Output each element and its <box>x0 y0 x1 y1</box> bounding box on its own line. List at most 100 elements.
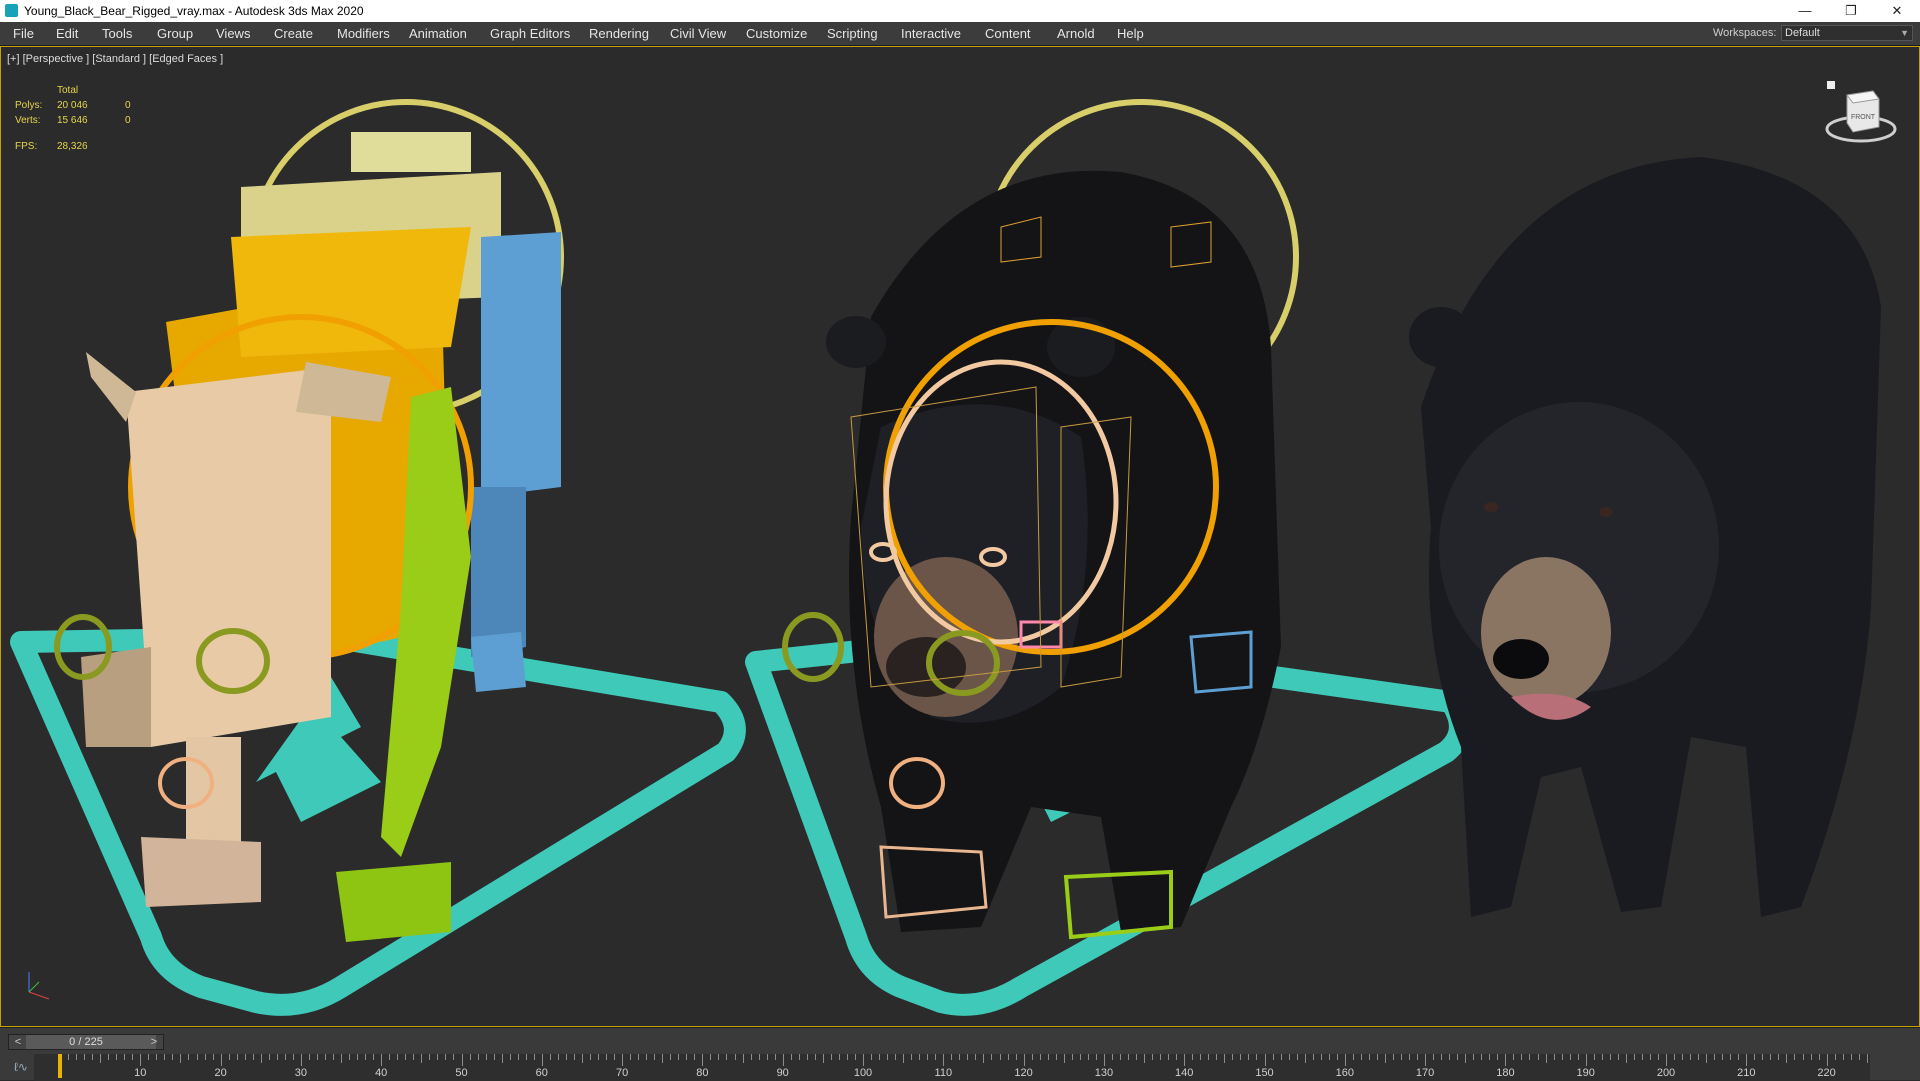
menu-create[interactable]: Create <box>274 26 313 41</box>
ruler-tick <box>758 1054 760 1060</box>
menu-rendering[interactable]: Rendering <box>589 26 649 41</box>
ruler-tick <box>1537 1054 1539 1060</box>
ruler-tick <box>1015 1054 1017 1060</box>
menu-graph-editors[interactable]: Graph Editors <box>490 26 570 41</box>
menu-customize[interactable]: Customize <box>746 26 807 41</box>
ruler-tick <box>236 1054 238 1060</box>
ruler-tick <box>1674 1054 1676 1060</box>
ruler-tick <box>750 1054 752 1060</box>
ruler-tick <box>1698 1054 1700 1060</box>
ruler-tick <box>1690 1054 1692 1060</box>
ruler-tick <box>1184 1054 1186 1066</box>
ruler-tick <box>1545 1054 1547 1063</box>
ruler-tick <box>180 1054 182 1063</box>
menu-animation[interactable]: Animation <box>409 26 467 41</box>
ruler-label: 180 <box>1496 1067 1515 1079</box>
ruler-tick <box>1336 1054 1338 1060</box>
ruler-tick <box>967 1054 969 1060</box>
menu-scripting[interactable]: Scripting <box>827 26 878 41</box>
menu-interactive[interactable]: Interactive <box>901 26 961 41</box>
menu-tools[interactable]: Tools <box>102 26 132 41</box>
ruler-label: 160 <box>1335 1067 1354 1079</box>
ruler-tick <box>1633 1054 1635 1060</box>
ruler-tick <box>1136 1054 1138 1060</box>
menu-modifiers[interactable]: Modifiers <box>337 26 390 41</box>
restore-button[interactable]: ❐ <box>1828 0 1874 22</box>
ruler-tick <box>1127 1054 1129 1060</box>
ruler-label: 90 <box>776 1067 789 1079</box>
menu-arnold[interactable]: Arnold <box>1057 26 1095 41</box>
ruler-tick <box>220 1054 222 1066</box>
menu-help[interactable]: Help <box>1117 26 1144 41</box>
ruler-tick <box>228 1054 230 1060</box>
ruler-tick <box>1786 1054 1788 1063</box>
ruler-tick <box>1481 1054 1483 1060</box>
close-button[interactable]: ✕ <box>1874 0 1920 22</box>
ruler-tick <box>895 1054 897 1060</box>
ruler-tick <box>1208 1054 1210 1060</box>
ruler-tick <box>614 1054 616 1060</box>
ruler-tick <box>244 1054 246 1060</box>
window-title: Young_Black_Bear_Rigged_vray.max - Autod… <box>24 4 364 18</box>
prev-frame-button[interactable]: < <box>11 1035 25 1049</box>
ruler-label: 120 <box>1014 1067 1033 1079</box>
ruler-tick <box>959 1054 961 1060</box>
ruler-tick <box>991 1054 993 1060</box>
ruler-tick <box>100 1054 102 1063</box>
ruler-label: 220 <box>1817 1067 1836 1079</box>
next-frame-button[interactable]: > <box>147 1035 161 1049</box>
ruler-tick <box>935 1054 937 1060</box>
time-cursor[interactable] <box>58 1054 62 1078</box>
workspace-select[interactable]: Default ▼ <box>1781 25 1913 41</box>
track-ruler[interactable]: 10 20 30 40 50 60 70 80 90 100 110 120 130 140 150 160 1… <box>34 1054 1870 1081</box>
ruler-tick <box>1103 1054 1105 1066</box>
ruler-tick <box>389 1054 391 1060</box>
ruler-tick <box>188 1054 190 1060</box>
ruler-tick <box>252 1054 254 1060</box>
ruler-tick <box>84 1054 86 1060</box>
ruler-tick <box>212 1054 214 1060</box>
ruler-tick <box>1344 1054 1346 1066</box>
ruler-tick <box>1770 1054 1772 1060</box>
perspective-viewport[interactable]: [+] [Perspective ] [Standard ] [Edged Fa… <box>0 46 1920 1027</box>
curve-editor-icon[interactable]: ℓ∿ <box>14 1060 28 1074</box>
time-slider[interactable]: < 0 / 225 > <box>8 1034 164 1050</box>
menu-bar: File Edit Tools Group Views Create Modif… <box>0 22 1920 46</box>
ruler-tick <box>1368 1054 1370 1060</box>
time-slider-bar: < 0 / 225 > ℓ∿ 10 20 30 40 50 60 70 80 90 100 110 1… <box>0 1027 1920 1081</box>
ruler-tick <box>686 1054 688 1060</box>
ruler-tick <box>1023 1054 1025 1066</box>
ruler-tick <box>1585 1054 1587 1066</box>
chevron-down-icon: ▼ <box>1900 28 1909 38</box>
ruler-label: 10 <box>134 1067 147 1079</box>
ruler-tick <box>975 1054 977 1060</box>
menu-edit[interactable]: Edit <box>56 26 78 41</box>
menu-file[interactable]: File <box>13 26 34 41</box>
ruler-tick <box>1328 1054 1330 1060</box>
ruler-tick <box>1706 1054 1708 1063</box>
menu-civil-view[interactable]: Civil View <box>670 26 726 41</box>
ruler-tick <box>630 1054 632 1060</box>
ruler-tick <box>1288 1054 1290 1060</box>
proxy-rig-model[interactable] <box>10 99 746 1016</box>
ruler-tick <box>324 1054 326 1060</box>
scene-render[interactable] <box>1 47 1919 1026</box>
menu-group[interactable]: Group <box>157 26 193 41</box>
ruler-label: 200 <box>1656 1067 1676 1079</box>
viewcube[interactable]: FRONT <box>1823 77 1903 157</box>
home-icon[interactable] <box>1827 81 1835 89</box>
ruler-tick <box>927 1054 929 1060</box>
ruler-tick <box>678 1054 680 1060</box>
ruler-tick <box>1657 1054 1659 1060</box>
rigged-bear-model[interactable] <box>745 99 1471 1016</box>
viewport-label[interactable]: [+] [Perspective ] [Standard ] [Edged Fa… <box>7 53 223 65</box>
menu-content[interactable]: Content <box>985 26 1031 41</box>
menu-views[interactable]: Views <box>216 26 250 41</box>
ruler-tick <box>1224 1054 1226 1063</box>
ruler-tick <box>373 1054 375 1060</box>
ruler-tick <box>1649 1054 1651 1060</box>
minimize-button[interactable]: — <box>1782 0 1828 22</box>
ruler-tick <box>1272 1054 1274 1060</box>
ruler-label: 80 <box>696 1067 709 1079</box>
ruler-tick <box>951 1054 953 1060</box>
